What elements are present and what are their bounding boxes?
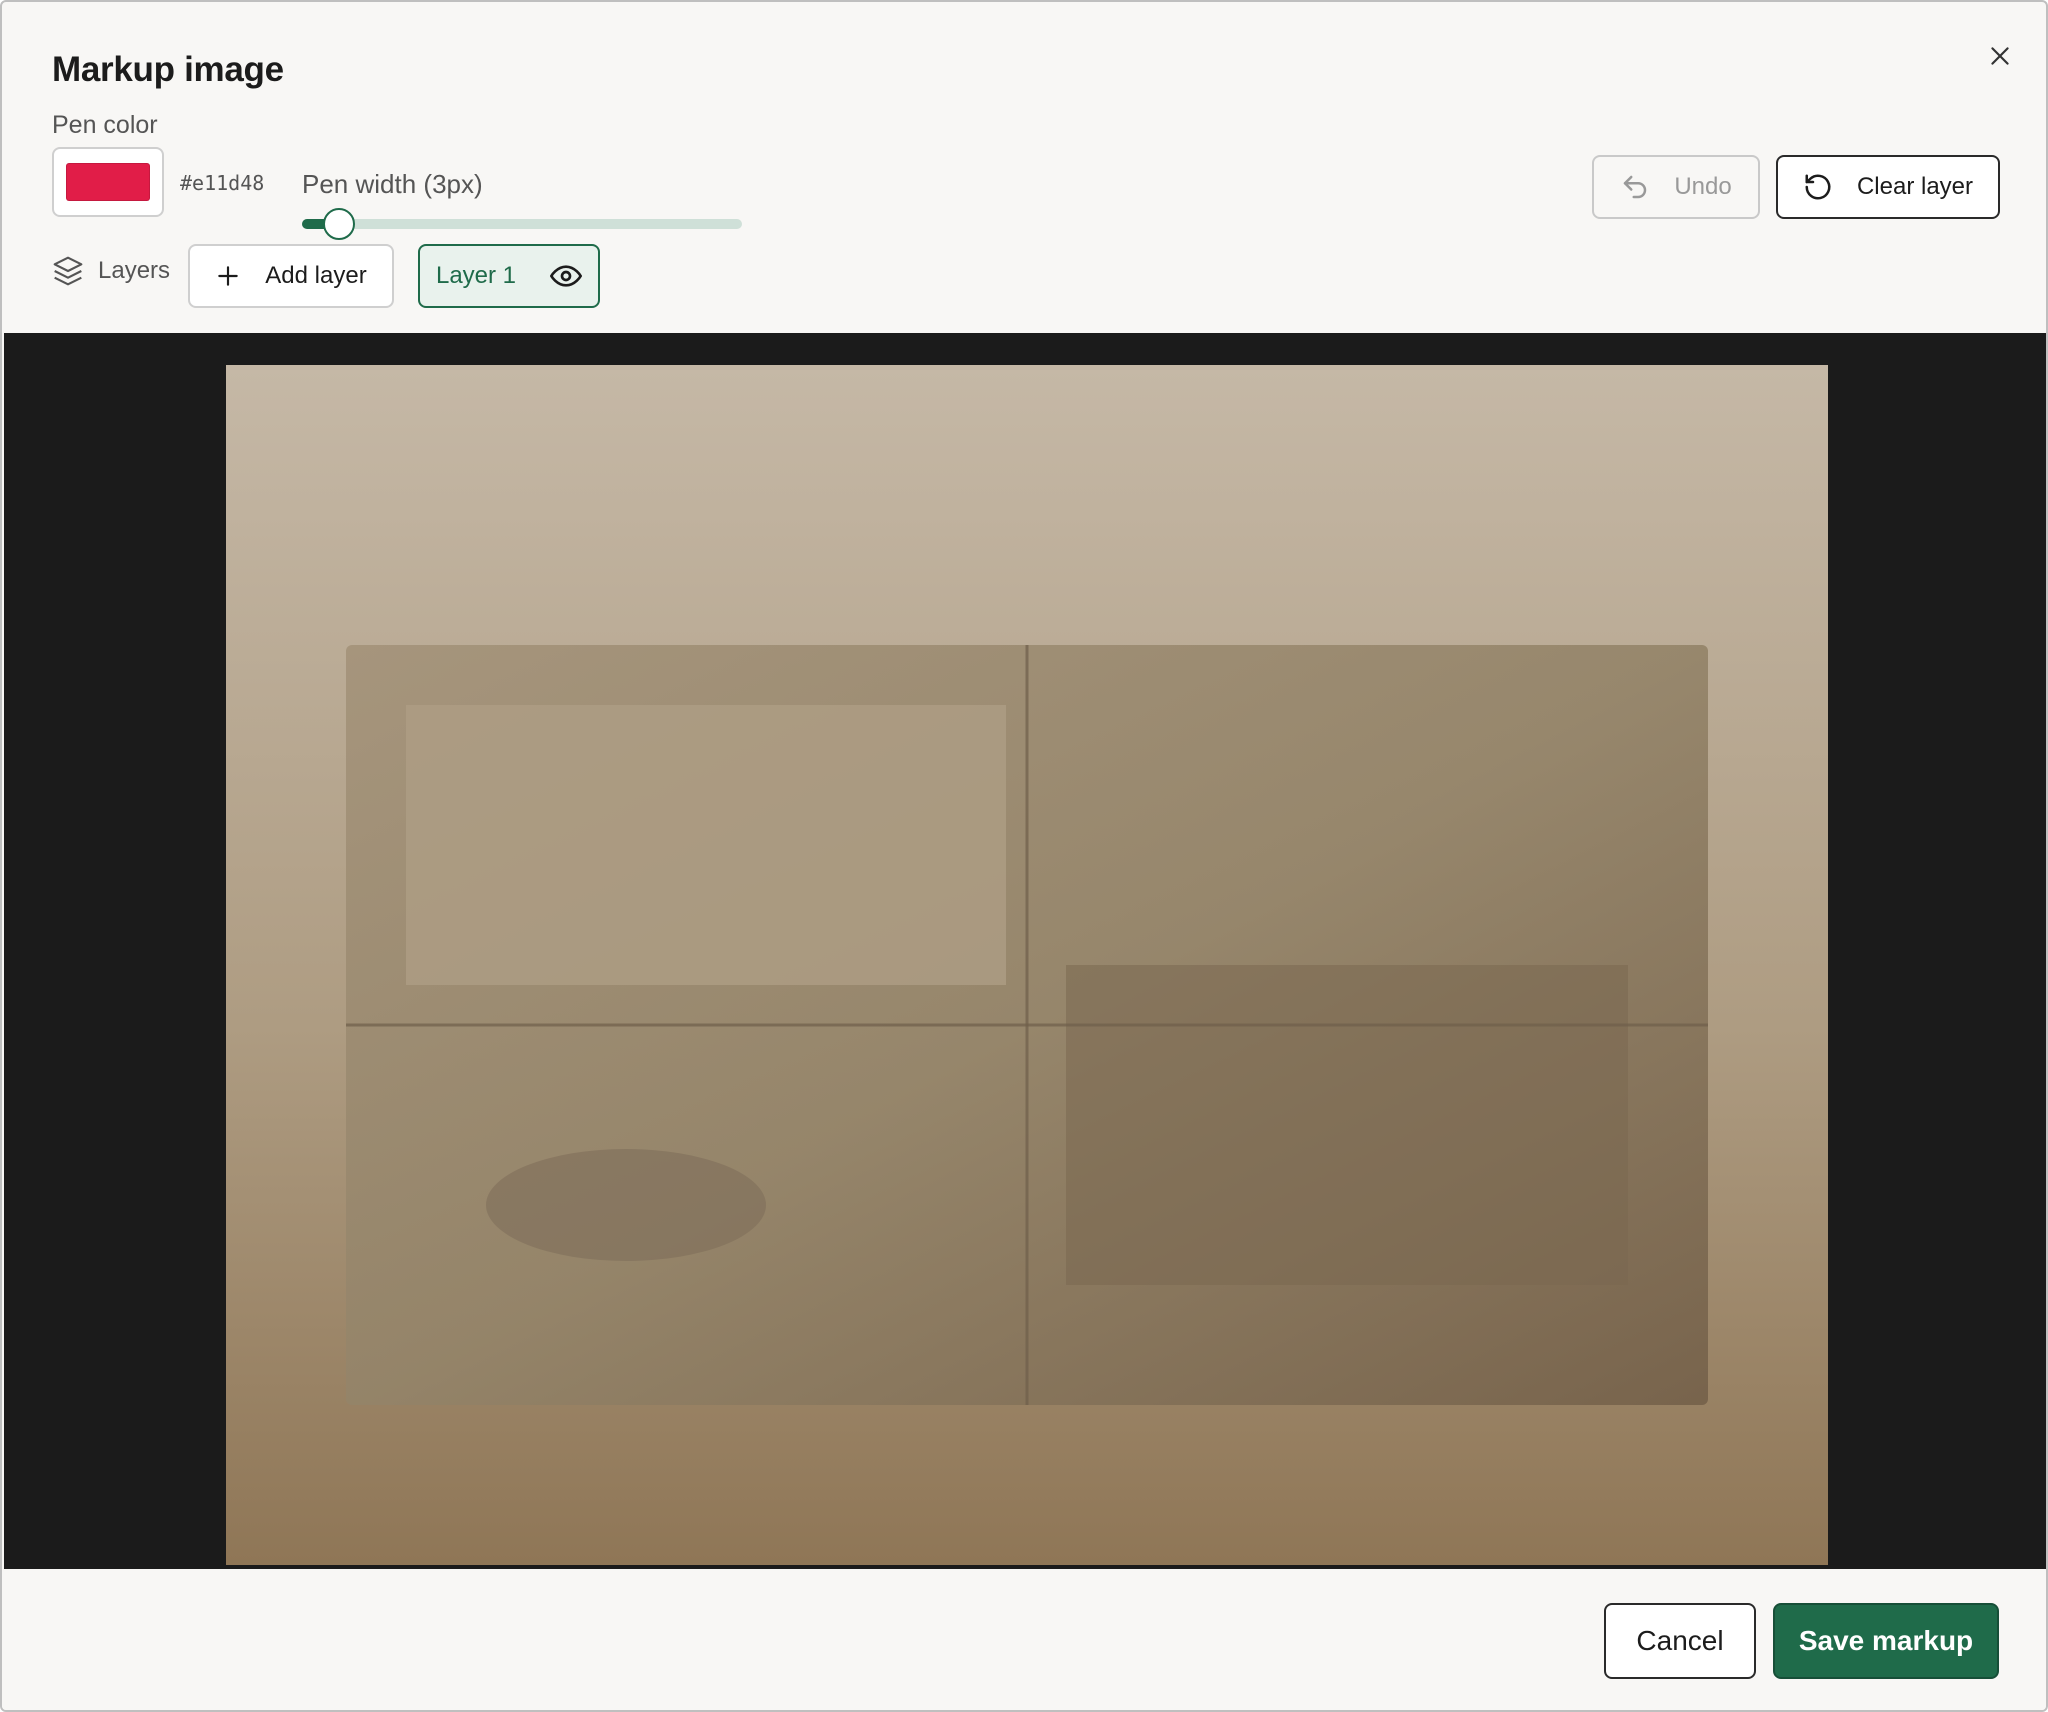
layer-chip-layer-1[interactable]: Layer 1 [418, 244, 600, 308]
markup-canvas-area[interactable] [4, 333, 2046, 1569]
pen-color-hex: #e11d48 [180, 171, 265, 195]
undo-button[interactable]: Undo [1592, 155, 1760, 219]
rotate-ccw-icon [1805, 174, 1831, 200]
undo-icon [1624, 175, 1647, 199]
dialog-footer: Cancel Save markup [2, 1569, 2046, 1710]
save-markup-button[interactable]: Save markup [1773, 1603, 1999, 1679]
close-button[interactable] [1978, 34, 2022, 78]
slider-thumb[interactable] [323, 208, 356, 240]
dialog-title: Markup image [52, 50, 284, 89]
close-icon [1991, 47, 2009, 65]
image-window-bottom-right [1066, 965, 1628, 1285]
slider-track [302, 219, 742, 229]
layers-label: Layers [52, 255, 170, 287]
cancel-button[interactable]: Cancel [1604, 1603, 1756, 1679]
add-layer-label: Add layer [265, 262, 367, 289]
clear-layer-button[interactable]: Clear layer [1776, 155, 2000, 219]
image-window-top-left [406, 705, 1006, 985]
markup-toolbar: Pen color #e11d48 Pen width (3px) Undo C… [2, 105, 2046, 333]
layers-text: Layers [98, 257, 171, 284]
plus-icon [218, 266, 239, 286]
undo-label: Undo [1674, 173, 1732, 200]
dialog-header: Markup image [2, 2, 2046, 105]
add-layer-button[interactable]: Add layer [188, 244, 394, 308]
layer-chip-label: Layer 1 [435, 262, 517, 289]
pen-color-picker[interactable] [52, 147, 164, 217]
clear-layer-label: Clear layer [1856, 173, 1974, 200]
pen-color-label: Pen color [52, 111, 158, 139]
pen-width-slider[interactable] [302, 207, 742, 241]
image-oval [486, 1149, 766, 1261]
layers-icon [53, 256, 83, 286]
pen-width-label: Pen width (3px) [302, 169, 483, 199]
eye-icon[interactable] [550, 260, 583, 292]
markup-dialog: Markup image Pen color #e11d48 Pen width… [0, 0, 2048, 1712]
markup-image[interactable] [226, 365, 1828, 1565]
pen-color-swatch [66, 163, 150, 201]
